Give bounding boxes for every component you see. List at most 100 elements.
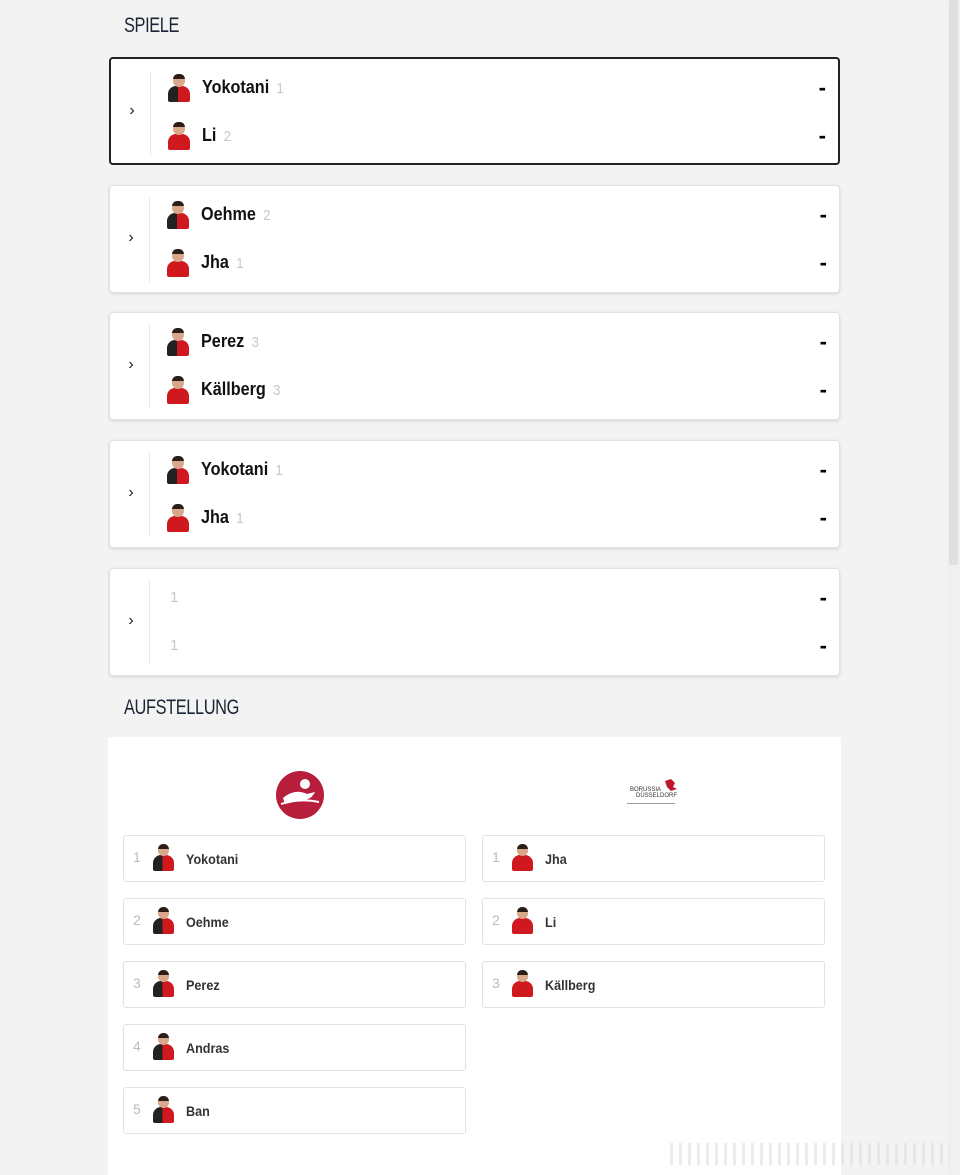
- player-avatar: [164, 503, 194, 535]
- match-home-player: Perez 3 -: [164, 327, 827, 359]
- avatar-hair: [172, 376, 184, 381]
- home-team-logo: [276, 771, 324, 819]
- match-away-player: Jha 1 -: [164, 503, 827, 535]
- lineup-panel: BORUSSIA DÜSSELDORF 1 Yokotani 2 Oehme 3 Pere…: [108, 737, 841, 1175]
- home-lineup-slot[interactable]: 2 Oehme: [123, 898, 466, 945]
- player-name: Oehme 2: [201, 204, 271, 225]
- away-score: -: [819, 505, 827, 530]
- away-lineup-slot[interactable]: 1 Jha: [482, 835, 825, 882]
- scrollbar-thumb[interactable]: [949, 0, 958, 565]
- player-avatar: [165, 121, 195, 153]
- avatar-shirt: [153, 1044, 174, 1060]
- avatar-hair: [172, 504, 184, 509]
- card-divider: [149, 581, 150, 665]
- match-card[interactable]: › 1-1-: [109, 568, 840, 676]
- match-card[interactable]: › Oehme 2 - Jha 1 -: [109, 185, 840, 293]
- avatar-shirt: [168, 134, 190, 150]
- card-divider: [149, 325, 150, 409]
- home-score: -: [819, 457, 827, 482]
- slot-number: 1: [133, 849, 141, 865]
- match-home-player: Yokotani 1 -: [165, 73, 826, 105]
- away-score: -: [819, 377, 827, 402]
- player-avatar: [164, 248, 194, 280]
- lineup-section-title: AUFSTELLUNG: [124, 696, 239, 719]
- player-name-text: Yokotani: [201, 459, 269, 479]
- home-score: -: [819, 202, 827, 227]
- player-avatar: [150, 1096, 180, 1126]
- avatar-hair: [173, 122, 185, 127]
- away-lineup-slot[interactable]: 2 Li: [482, 898, 825, 945]
- home-lineup-slot[interactable]: 3 Perez: [123, 961, 466, 1008]
- player-name: Yokotani 1: [202, 77, 284, 98]
- slot-player-name: Yokotani: [186, 851, 239, 867]
- player-number: 1: [236, 510, 244, 527]
- player-name-text: Källberg: [201, 379, 266, 399]
- player-name-text: Li: [202, 125, 217, 145]
- player-avatar: [164, 327, 194, 359]
- match-card[interactable]: › Yokotani 1 - Li 2 -: [109, 57, 840, 165]
- avatar-shirt: [153, 1107, 174, 1123]
- avatar-hair: [158, 844, 169, 849]
- player-name-text: Yokotani: [202, 77, 270, 97]
- avatar-shirt: [512, 981, 533, 997]
- match-card[interactable]: › Perez 3 - Källberg 3 -: [109, 312, 840, 420]
- avatar-shirt: [512, 918, 533, 934]
- page-scrollbar[interactable]: [947, 0, 960, 1175]
- avatar-shirt: [167, 388, 189, 404]
- away-lineup-slot[interactable]: 3 Källberg: [482, 961, 825, 1008]
- avatar-hair: [172, 249, 184, 254]
- chevron-right-icon[interactable]: ›: [124, 357, 138, 373]
- away-score: -: [819, 250, 827, 275]
- player-number: 3: [273, 382, 281, 399]
- match-away-player: 1-: [164, 631, 827, 663]
- player-number: 1: [170, 637, 179, 654]
- card-divider: [150, 71, 151, 155]
- home-score: -: [819, 585, 827, 610]
- card-divider: [149, 198, 150, 282]
- chevron-right-icon[interactable]: ›: [124, 230, 138, 246]
- slot-number: 5: [133, 1101, 141, 1117]
- avatar-hair: [158, 907, 169, 912]
- player-name: Jha 1: [201, 507, 244, 528]
- player-name: Jha 1: [201, 252, 244, 273]
- bottom-decoration: [670, 1143, 950, 1165]
- player-number: 2: [223, 128, 232, 145]
- avatar-shirt: [167, 516, 189, 532]
- chevron-right-icon[interactable]: ›: [124, 613, 138, 629]
- away-score: -: [818, 123, 826, 148]
- match-home-player: Yokotani 1 -: [164, 455, 827, 487]
- avatar-hair: [158, 1033, 169, 1038]
- player-avatar: [165, 73, 195, 105]
- player-name: Perez 3: [201, 331, 259, 352]
- avatar-shirt: [167, 340, 189, 356]
- player-avatar: [509, 970, 539, 1000]
- away-score: -: [819, 633, 827, 658]
- player-avatar: [164, 200, 194, 232]
- slot-player-name: Oehme: [186, 914, 229, 930]
- match-home-player: 1-: [164, 583, 827, 615]
- avatar-hair: [158, 970, 169, 975]
- home-lineup-slot[interactable]: 1 Yokotani: [123, 835, 466, 882]
- avatar-shirt: [153, 918, 174, 934]
- slot-number: 1: [492, 849, 500, 865]
- player-avatar: [150, 844, 180, 874]
- slot-number: 3: [133, 975, 141, 991]
- slot-player-name: Jha: [545, 851, 567, 867]
- avatar-shirt: [167, 468, 189, 484]
- avatar-hair: [517, 970, 528, 975]
- slot-player-name: Andras: [186, 1040, 230, 1056]
- player-avatar: [164, 375, 194, 407]
- chevron-right-icon[interactable]: ›: [125, 103, 139, 119]
- player-avatar: [509, 844, 539, 874]
- chevron-right-icon[interactable]: ›: [124, 485, 138, 501]
- slot-number: 3: [492, 975, 500, 991]
- player-avatar: [150, 1033, 180, 1063]
- away-logo-text-2: DÜSSELDORF: [636, 793, 678, 799]
- player-name: Källberg 3: [201, 379, 281, 400]
- player-number: 1: [275, 462, 283, 479]
- slot-player-name: Perez: [186, 977, 220, 993]
- player-name-text: Perez: [201, 331, 245, 351]
- home-lineup-slot[interactable]: 4 Andras: [123, 1024, 466, 1071]
- match-card[interactable]: › Yokotani 1 - Jha 1 -: [109, 440, 840, 548]
- home-lineup-slot[interactable]: 5 Ban: [123, 1087, 466, 1134]
